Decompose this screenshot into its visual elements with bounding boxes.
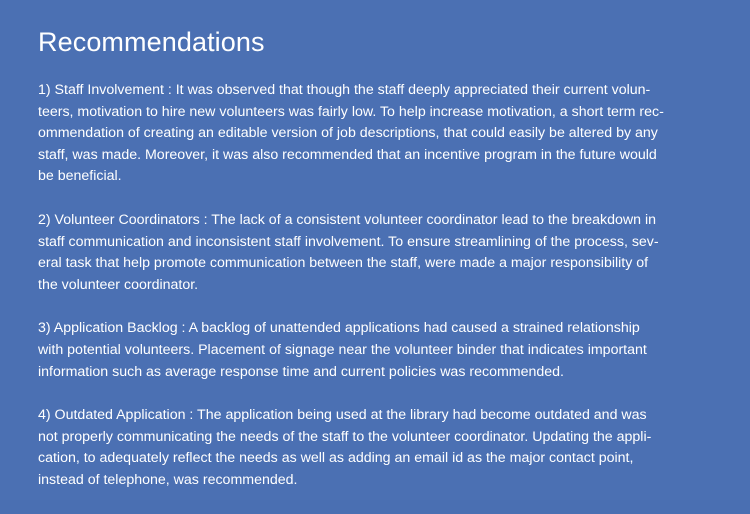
page-title: Recommendations <box>38 27 265 57</box>
text-line: staff, was made. Moreover, it was also r… <box>38 146 657 163</box>
text-line: eral task that help promote communicatio… <box>38 255 649 272</box>
text-line: cation, to adequately reflect the needs … <box>38 450 634 467</box>
text-line: be beneficial. <box>38 168 122 185</box>
text-line: staff communication and inconsistent sta… <box>38 233 659 250</box>
text-line: 2) Volunteer Coordinators : The lack of … <box>38 211 657 228</box>
text-line: 3) Application Backlog : A backlog of un… <box>38 320 640 337</box>
text-line: instead of telephone, was recommended. <box>38 471 298 488</box>
text-line: the volunteer coordinator. <box>38 276 199 293</box>
text-line: ommendation of creating an editable vers… <box>38 125 658 142</box>
text-line: information such as average response tim… <box>38 363 564 380</box>
recommendation-application-backlog: 3) Application Backlog : A backlog of un… <box>38 318 730 383</box>
slide: Recommendations 1) Staff Involvement : I… <box>0 0 750 500</box>
recommendation-staff-involvement: 1) Staff Involvement : It was observed t… <box>38 80 730 188</box>
text-line: 4) Outdated Application : The applicatio… <box>38 407 647 424</box>
recommendations-body: 1) Staff Involvement : It was observed t… <box>38 80 730 514</box>
recommendation-volunteer-coordinators: 2) Volunteer Coordinators : The lack of … <box>38 210 730 296</box>
text-line: teers, motivation to hire new volunteers… <box>38 103 664 120</box>
recommendation-outdated-application: 4) Outdated Application : The applicatio… <box>38 405 730 491</box>
text-line: 1) Staff Involvement : It was observed t… <box>38 82 651 98</box>
text-line: with potential volunteers. Placement of … <box>38 341 647 358</box>
text-line: not properly communicating the needs of … <box>38 428 652 445</box>
